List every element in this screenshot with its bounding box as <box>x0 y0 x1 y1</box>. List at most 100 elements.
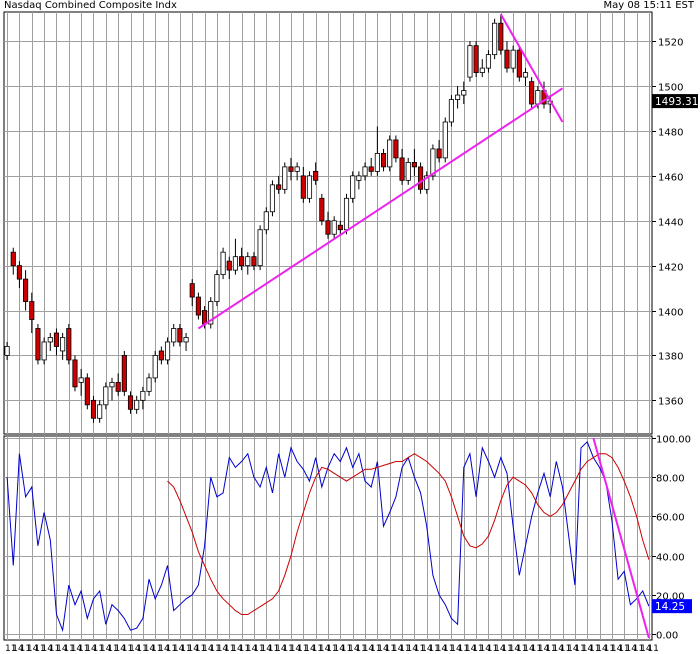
candle <box>35 324 41 365</box>
candle-body-down <box>90 399 97 419</box>
candle-body-down <box>177 328 183 343</box>
candle-body-up <box>461 90 467 96</box>
candle <box>220 247 226 280</box>
oscillator-y-tick-label: 40.00 <box>656 553 685 564</box>
candle-body-up <box>232 256 238 271</box>
candle-body-down <box>300 175 306 199</box>
candle-body-up <box>442 121 448 159</box>
candle-body-down <box>72 359 78 388</box>
candle-body-down <box>84 377 90 406</box>
candle <box>72 355 78 392</box>
candle <box>529 77 535 109</box>
price-y-tick-label: 1420 <box>658 263 683 274</box>
candle-body-down <box>473 45 479 74</box>
candle-body-down <box>276 184 282 190</box>
candle <box>492 18 498 60</box>
candle-body-up <box>479 67 485 74</box>
candle <box>319 193 325 226</box>
candle-body-down <box>29 301 35 320</box>
candle-body-up <box>134 399 140 410</box>
candle-body-down <box>202 310 208 325</box>
candle-body-down <box>529 81 535 105</box>
candle-body-down <box>418 166 424 190</box>
candle-body-up <box>522 72 529 78</box>
candle-body-down <box>498 22 504 51</box>
candle-body-down <box>251 256 257 267</box>
candle-body-up <box>140 390 146 401</box>
candle <box>282 162 288 194</box>
candle <box>66 324 72 365</box>
candle-body-up <box>510 49 516 69</box>
candle-body-up <box>282 166 288 190</box>
candle-body-up <box>103 386 109 406</box>
candle-body-down <box>121 355 127 392</box>
candle-body-down <box>23 278 29 302</box>
oscillator-last-value-label: 14.25 <box>655 601 685 613</box>
candle-body-down <box>368 166 374 172</box>
candle-body-down <box>393 139 399 159</box>
x-tick-label: 11 <box>647 644 658 654</box>
price-y-tick-label: 1440 <box>658 218 683 229</box>
price-y-tick-label: 1460 <box>658 173 683 184</box>
candle-body-up <box>387 139 393 168</box>
price-y-tick-label: 1500 <box>658 83 683 94</box>
candle-body-up <box>164 341 171 361</box>
candle-body-down <box>436 148 442 159</box>
candle <box>208 297 214 329</box>
candle <box>387 135 393 172</box>
candle <box>84 373 90 410</box>
candle-body-up <box>109 381 115 388</box>
candle-body-up <box>350 175 356 199</box>
candle-body-down <box>127 395 134 410</box>
candle-body-down <box>66 328 72 361</box>
candle-body-up <box>356 175 362 181</box>
candle-body-down <box>226 260 232 271</box>
candle-body-up <box>374 153 380 172</box>
candle-body-up <box>492 22 498 56</box>
candle <box>473 41 479 78</box>
candle-body-up <box>263 211 269 231</box>
candle-body-down <box>158 350 164 361</box>
candle-body-down <box>189 283 195 298</box>
candle <box>257 225 263 271</box>
candle <box>350 171 356 203</box>
candle <box>152 350 158 383</box>
candle-body-up <box>41 341 47 361</box>
candle-body-up <box>405 161 411 181</box>
candle-body-up <box>146 377 152 392</box>
oscillator-y-tick-label: 100.00 <box>656 435 691 446</box>
candle-body-up <box>306 175 313 199</box>
candle-body-up <box>448 99 454 123</box>
candle-body-up <box>183 337 189 343</box>
candle-body-up <box>97 404 103 419</box>
candle-body-down <box>337 224 343 231</box>
candle-body-up <box>269 184 276 213</box>
candle-body-up <box>78 377 84 383</box>
candle-body-down <box>16 265 22 280</box>
candle-body-up <box>362 166 368 177</box>
candle-body-down <box>325 220 331 235</box>
candle-body-down <box>319 197 325 222</box>
price-y-tick-label: 1360 <box>658 397 683 408</box>
price-y-tick-label: 1380 <box>658 352 683 363</box>
stock-chart: 1360 1380 1400 1420 1440 1460 1480 1500 1520 0.00… <box>0 0 700 654</box>
candle-body-down <box>411 161 417 168</box>
candle-body-down <box>399 157 405 181</box>
candle-body-down <box>313 170 319 181</box>
candle-body-up <box>485 54 492 69</box>
candle <box>121 350 127 396</box>
chart-root: 1360 1380 1400 1420 1440 1460 1480 1500 1520 0.00… <box>0 0 700 654</box>
oscillator-y-tick-label: 0.00 <box>656 631 678 642</box>
price-y-tick-label: 1400 <box>658 308 683 319</box>
candle-body-down <box>35 328 41 361</box>
candle-body-down <box>239 256 245 267</box>
candle-body-down <box>516 49 522 78</box>
candle-body-up <box>331 220 337 235</box>
candle-body-up <box>60 337 66 352</box>
price-y-tick-label: 1520 <box>658 38 683 49</box>
candle-body-up <box>294 166 300 172</box>
candle-body-down <box>504 49 510 69</box>
price-y-tick-label: 1480 <box>658 128 683 139</box>
candle <box>306 171 313 203</box>
candle <box>214 270 220 307</box>
